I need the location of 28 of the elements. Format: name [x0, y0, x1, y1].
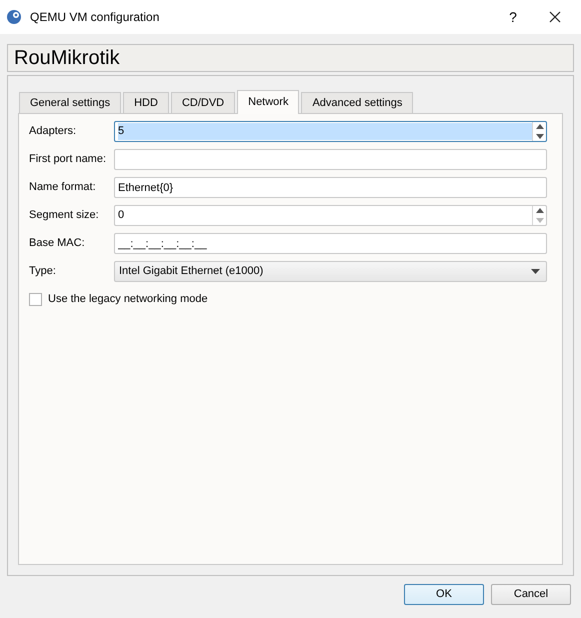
checkbox-label: Use the legacy networking mode [48, 292, 208, 307]
help-button[interactable]: ? [493, 6, 533, 28]
window-title: QEMU VM configuration [30, 9, 160, 26]
vm-name-label: RouMikrotik [7, 44, 574, 72]
dropdown-caret-icon [531, 269, 540, 274]
spin-down-icon[interactable] [536, 134, 544, 139]
checkbox[interactable] [29, 292, 42, 306]
text-field[interactable]: __:__:__:__:__:__ [114, 233, 547, 254]
text-field[interactable] [114, 149, 547, 170]
dialog-button[interactable]: Cancel [491, 584, 571, 605]
dialog-button[interactable]: OK [404, 584, 484, 605]
tab[interactable]: CD/DVD [170, 92, 236, 113]
spin-up-icon[interactable] [536, 124, 544, 130]
field-label: Type: [29, 264, 57, 280]
field-label: Base MAC: [29, 236, 86, 252]
close-icon[interactable] [549, 11, 561, 23]
app-logo-icon [6, 9, 22, 25]
text-field[interactable]: Ethernet{0} [114, 177, 547, 198]
tab[interactable]: Network [237, 90, 300, 114]
field-label: Adapters: [29, 124, 78, 140]
tab[interactable]: HDD [123, 92, 169, 113]
tab[interactable]: General settings [19, 92, 122, 113]
field-label: Segment size: [29, 208, 100, 224]
field-label: Name format: [29, 180, 97, 196]
spin-box[interactable]: 5 [114, 121, 547, 142]
field-label: First port name: [29, 152, 108, 168]
tab[interactable]: Advanced settings [301, 92, 414, 113]
type-dropdown[interactable]: Intel Gigabit Ethernet (e1000) [114, 261, 547, 282]
